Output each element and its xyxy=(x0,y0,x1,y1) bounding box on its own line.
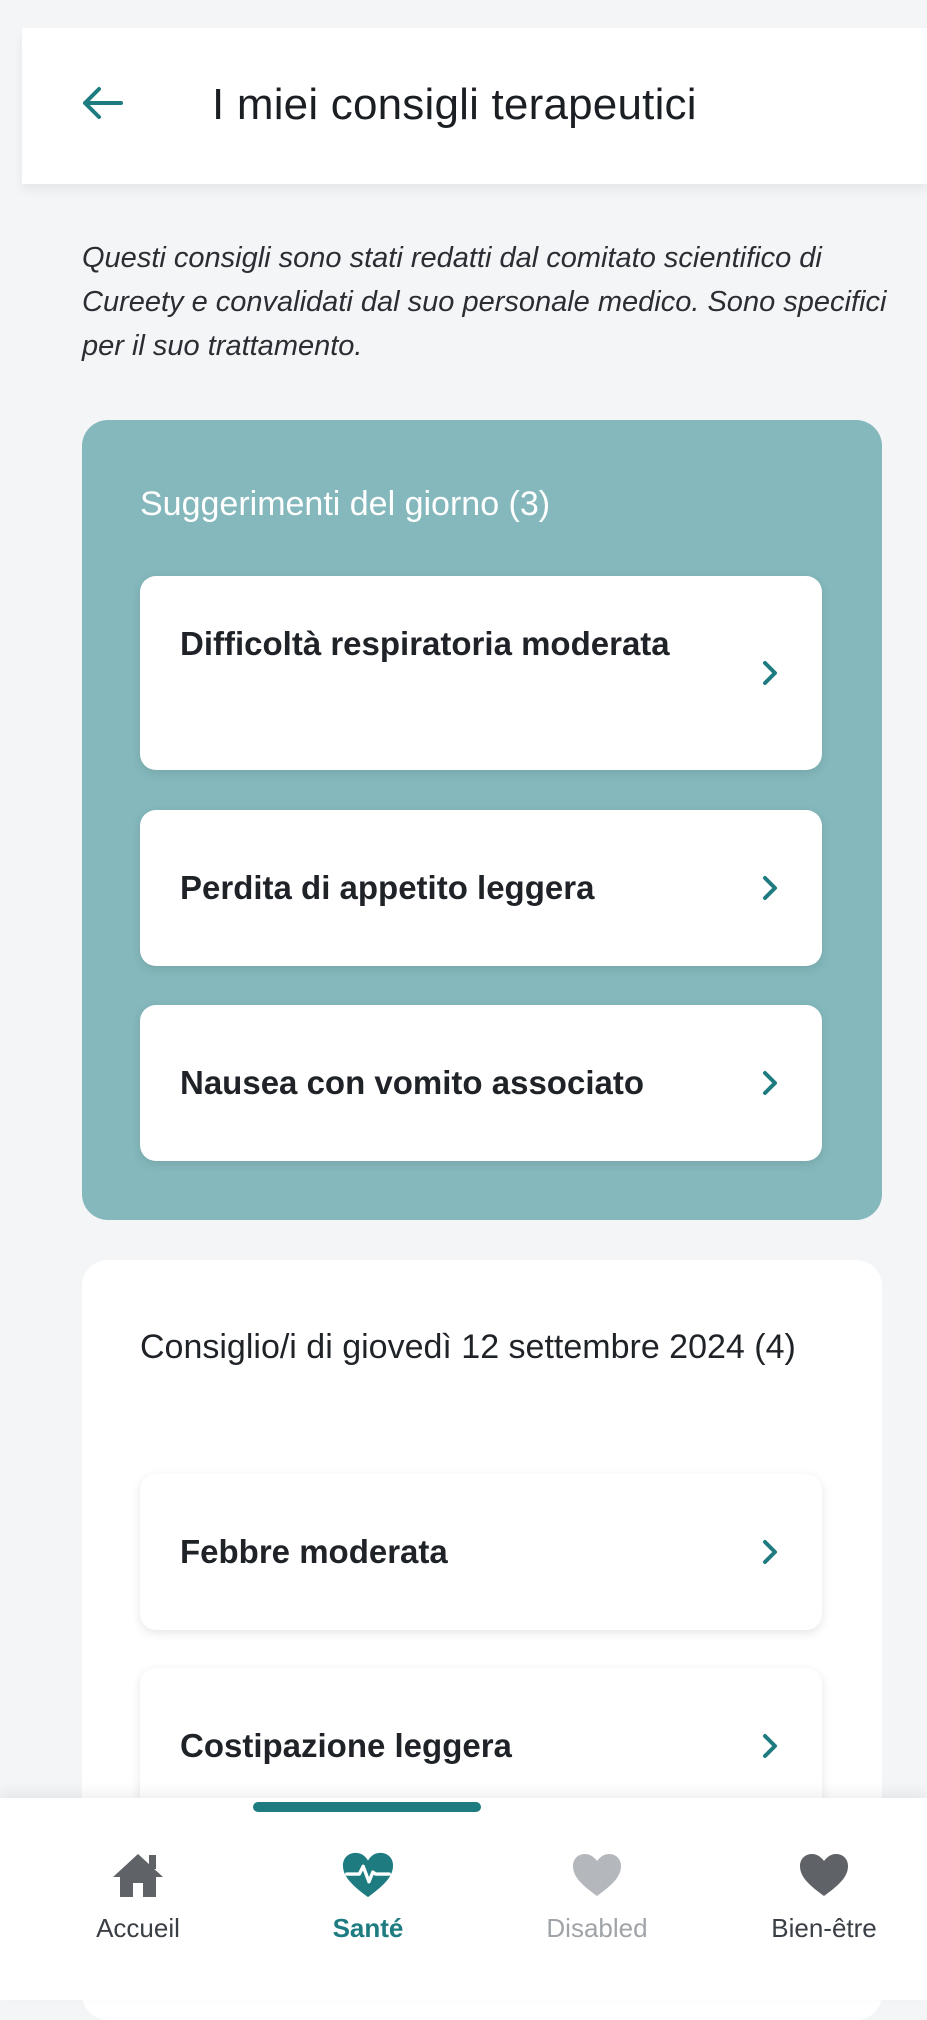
heart-pulse-icon xyxy=(341,1848,395,1902)
chevron-right-icon xyxy=(756,659,784,687)
heart-icon xyxy=(797,1848,851,1902)
intro-text: Questi consigli sono stati redatti dal c… xyxy=(82,242,887,362)
tip-card-appetite[interactable]: Perdita di appetito leggera xyxy=(140,810,822,966)
nav-item-accueil[interactable]: Accueil xyxy=(53,1848,223,1968)
advice-card-label: Febbre moderata xyxy=(180,1533,448,1570)
chevron-right-icon xyxy=(756,874,784,902)
active-tab-indicator xyxy=(253,1802,481,1812)
nav-label: Accueil xyxy=(96,1913,180,1943)
advice-card-label: Costipazione leggera xyxy=(180,1727,512,1764)
nav-item-sante[interactable]: Santé xyxy=(283,1848,453,1968)
chevron-right-icon xyxy=(756,1732,784,1760)
arrow-left-icon xyxy=(83,87,123,119)
tip-card-breathing[interactable]: Difficoltà respiratoria moderata xyxy=(140,576,822,770)
nav-label: Bien-être xyxy=(771,1913,877,1943)
tip-card-nausea[interactable]: Nausea con vomito associato xyxy=(140,1005,822,1161)
nav-item-bien-etre[interactable]: Bien-être xyxy=(739,1848,909,1968)
chevron-right-icon xyxy=(756,1538,784,1566)
heart-icon xyxy=(570,1848,624,1902)
tip-card-label: Nausea con vomito associato xyxy=(180,1064,644,1101)
home-icon xyxy=(111,1848,165,1902)
tip-card-label: Difficoltà respiratoria moderata xyxy=(180,625,670,662)
advice-card-fever[interactable]: Febbre moderata xyxy=(140,1474,822,1630)
nav-label: Santé xyxy=(332,1913,404,1943)
back-button[interactable] xyxy=(75,75,131,131)
tips-of-day-panel: Suggerimenti del giorno (3) Difficoltà r… xyxy=(82,420,882,1220)
tip-card-label: Perdita di appetito leggera xyxy=(180,869,595,906)
nav-label: Disabled xyxy=(546,1913,648,1943)
tips-of-day-title: Suggerimenti del giorno (3) xyxy=(140,485,551,523)
page-title: I miei consigli terapeutici xyxy=(212,80,697,129)
day-advice-title: Consiglio/i di giovedì 12 settembre 2024… xyxy=(140,1328,796,1366)
chevron-right-icon xyxy=(756,1069,784,1097)
nav-item-disabled: Disabled xyxy=(512,1848,682,1968)
